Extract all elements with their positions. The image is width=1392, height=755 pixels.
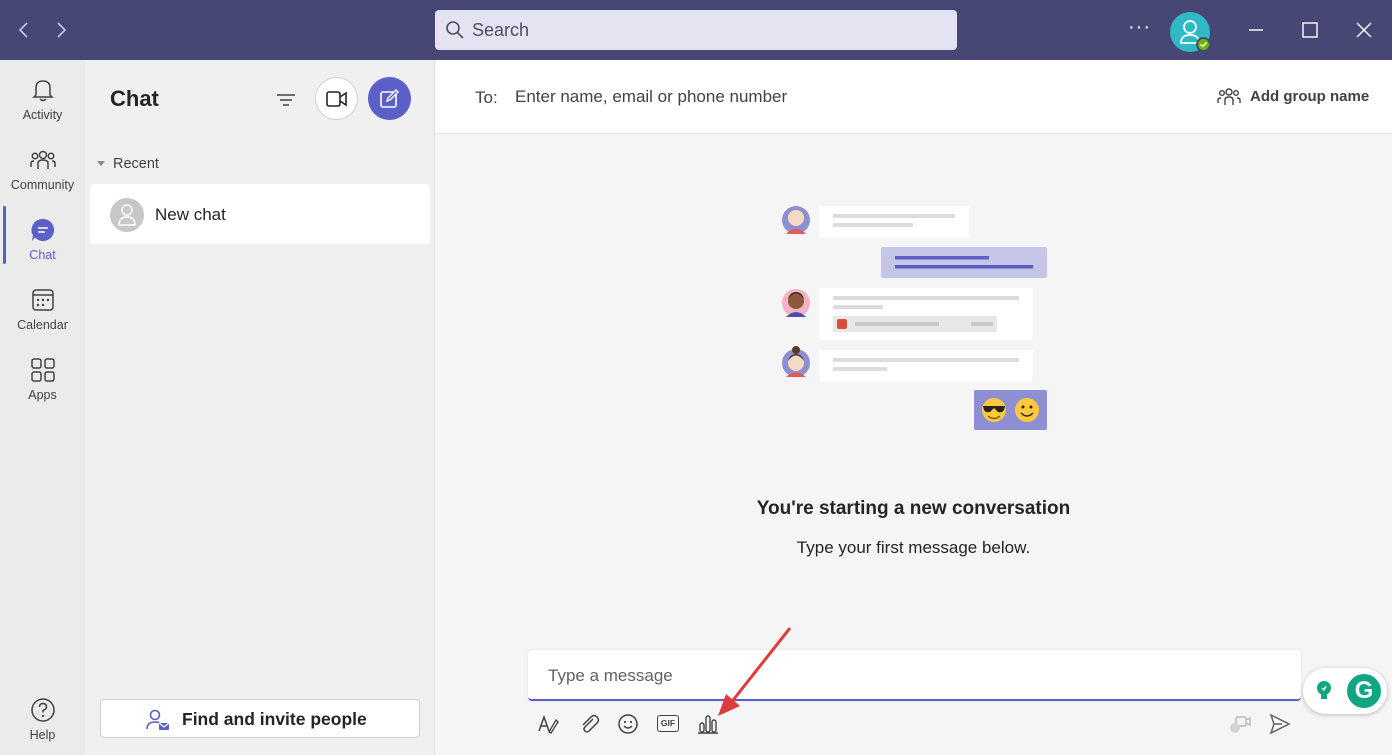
back-icon[interactable] [12, 18, 36, 42]
rail-item-apps[interactable]: Apps [0, 346, 85, 410]
rail-label: Calendar [17, 318, 68, 332]
rail-label: Help [29, 728, 56, 742]
rail-label: Chat [29, 248, 56, 262]
new-chat-button[interactable] [368, 77, 411, 120]
grammarly-widget[interactable]: G [1303, 668, 1387, 714]
emoji-icon[interactable] [616, 712, 640, 736]
lightbulb-icon [1317, 681, 1331, 699]
page-title: Chat [110, 86, 159, 111]
apps-icon [31, 358, 55, 382]
caret-down-icon [97, 161, 105, 166]
chat-list-pane: Chat Recent New chat Find and invite peo… [85, 60, 435, 755]
rail-item-chat[interactable]: Chat [0, 206, 85, 270]
conversation-pane: To: Add group name [435, 60, 1392, 755]
rail-item-help[interactable]: Help [0, 686, 85, 750]
recipient-input[interactable] [515, 82, 1155, 112]
empty-state-heading: You're starting a new conversation [756, 498, 1071, 519]
search-bar[interactable]: Search [435, 10, 957, 50]
presence-available-icon [1196, 37, 1211, 52]
video-camera-icon [326, 91, 347, 107]
community-icon [30, 150, 56, 169]
illustration-avatar-1 [782, 206, 810, 234]
rail-label: Activity [22, 108, 63, 122]
invite-people-icon [146, 709, 170, 730]
calendar-icon [32, 289, 54, 311]
rail-item-community[interactable]: Community [0, 136, 85, 200]
rail-item-calendar[interactable]: Calendar [0, 276, 85, 340]
list-item[interactable]: New chat [90, 184, 430, 244]
format-icon[interactable] [536, 712, 560, 736]
search-icon [446, 21, 464, 39]
illustration-avatar-2 [782, 289, 810, 317]
recent-label: Recent [113, 156, 159, 172]
avatar [110, 198, 144, 232]
sunglasses-emoji-icon [982, 398, 1006, 422]
compose-icon [380, 89, 399, 108]
annotation-arrow-icon [718, 627, 792, 716]
recipient-bar: To: Add group name [435, 60, 1392, 134]
smile-emoji-icon [1015, 398, 1039, 422]
rail-label: Apps [28, 388, 57, 402]
maximize-icon[interactable] [1298, 18, 1322, 42]
chat-icon [31, 218, 55, 241]
find-and-invite-label: Find and invite people [182, 709, 367, 729]
grammarly-logo-icon: G [1347, 674, 1381, 708]
message-composer [528, 650, 1301, 701]
close-icon[interactable] [1352, 18, 1376, 42]
gif-icon[interactable]: GIF [657, 715, 679, 732]
list-item-label: New chat [155, 205, 226, 224]
rail-item-activity[interactable]: Activity [0, 66, 85, 130]
group-icon [1217, 88, 1241, 105]
bell-icon [32, 80, 54, 102]
rail-label: Community [10, 178, 75, 192]
filter-icon[interactable] [274, 88, 298, 112]
message-input[interactable] [548, 663, 1248, 689]
minimize-icon[interactable] [1244, 18, 1268, 42]
schedule-meeting-icon [1228, 712, 1252, 736]
meet-now-button[interactable] [315, 77, 358, 120]
conversation-illustration [782, 206, 1047, 430]
add-group-name-label: Add group name [1250, 88, 1370, 105]
title-bar: Search ··· [0, 0, 1392, 60]
help-icon [31, 698, 55, 722]
app-rail: Activity Community Chat Calendar Apps He… [0, 60, 85, 755]
empty-state-subheading: Type your first message below. [796, 538, 1031, 557]
send-icon[interactable] [1268, 712, 1292, 736]
forward-icon[interactable] [49, 18, 73, 42]
recent-section-header[interactable]: Recent [97, 156, 159, 172]
illustration-avatar-3 [782, 346, 810, 377]
more-options-icon[interactable]: ··· [1128, 16, 1151, 39]
attach-icon[interactable] [577, 712, 601, 736]
search-placeholder: Search [472, 20, 530, 40]
find-and-invite-button[interactable]: Find and invite people [100, 699, 420, 738]
to-label: To: [475, 88, 498, 107]
